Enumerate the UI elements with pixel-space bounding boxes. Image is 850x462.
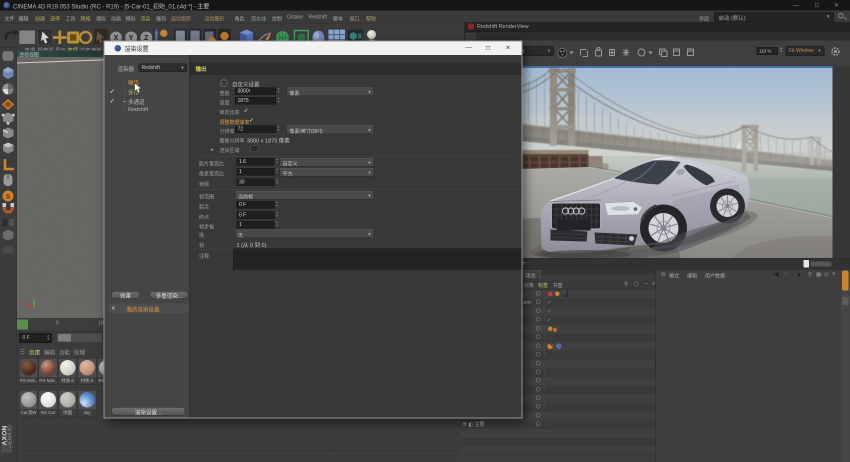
svg-text:S: S (6, 194, 11, 201)
